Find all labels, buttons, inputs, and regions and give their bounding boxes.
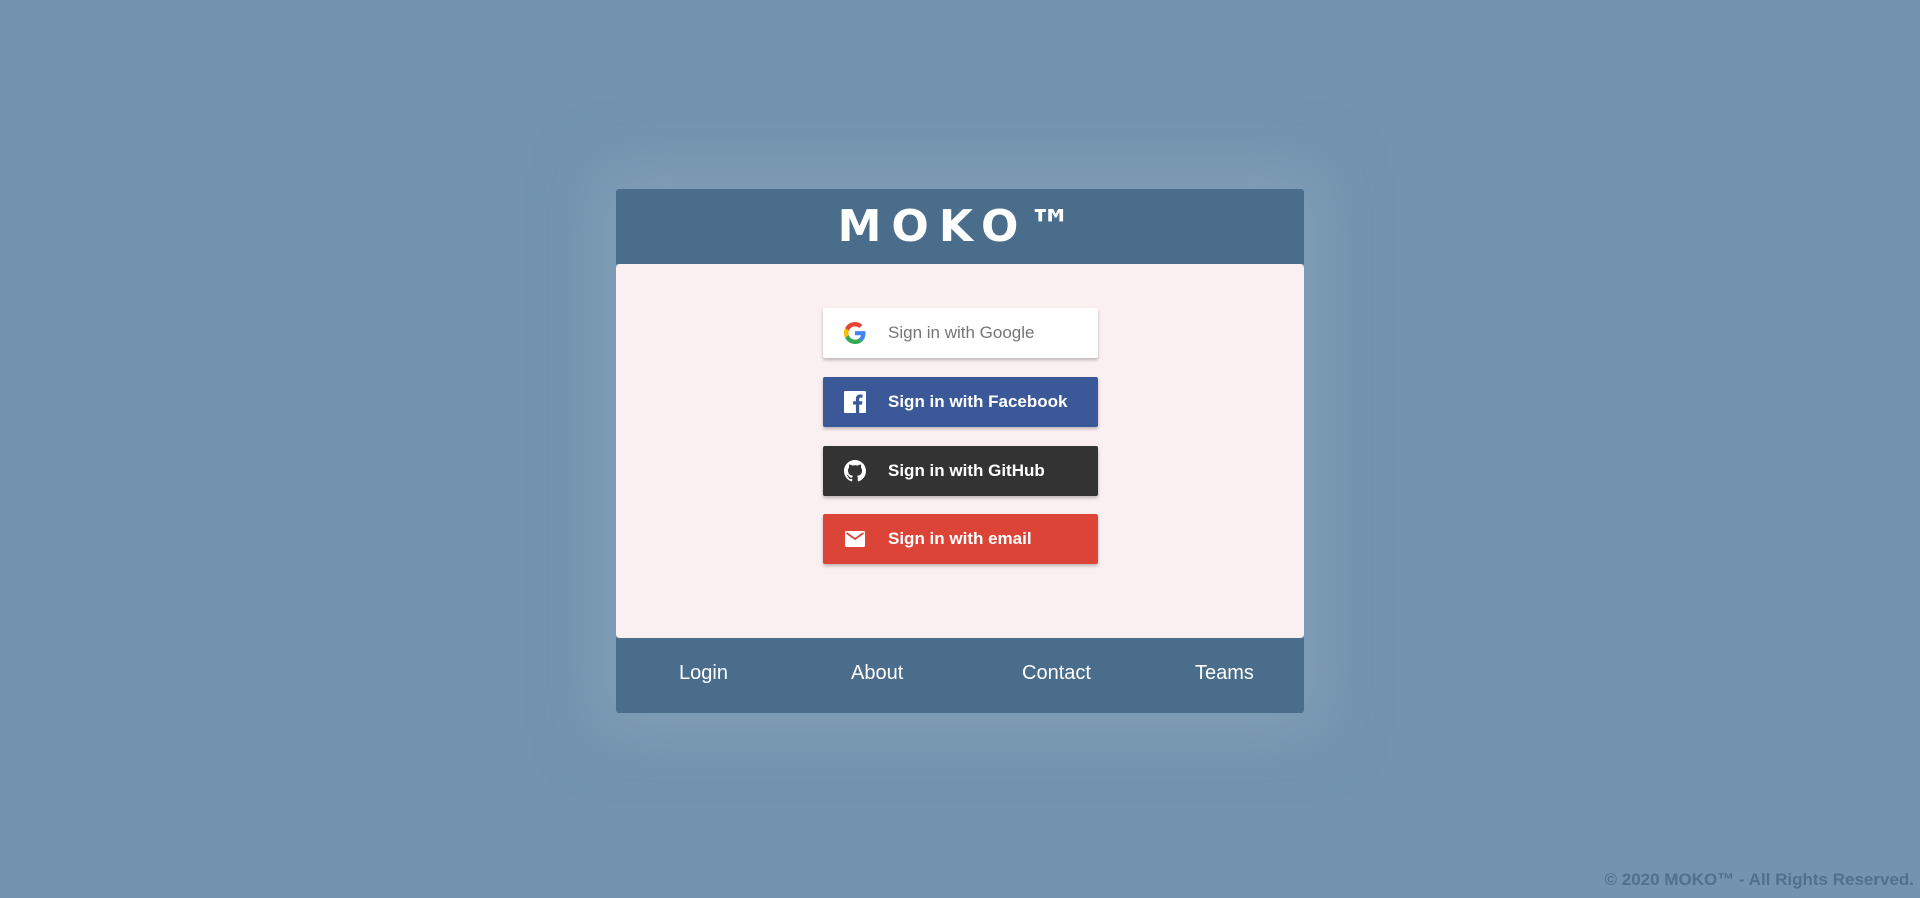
logo: MOKO™ — [837, 200, 1083, 252]
google-signin-button[interactable]: Sign in with Google — [823, 308, 1098, 358]
github-signin-label: Sign in with GitHub — [888, 461, 1045, 480]
github-signin-button[interactable]: Sign in with GitHub — [823, 446, 1098, 496]
copyright-notice: © 2020 MOKO™ - All Rights Reserved. — [1604, 870, 1914, 889]
card-header: MOKO™ — [616, 189, 1304, 264]
email-signin-button[interactable]: Sign in with email — [823, 514, 1098, 564]
google-icon — [843, 321, 867, 345]
google-signin-label: Sign in with Google — [888, 323, 1035, 342]
email-icon — [843, 527, 867, 551]
footer-nav: Login About Contact Teams — [616, 638, 1304, 713]
signin-panel: Sign in with Google Sign in with Faceboo… — [616, 264, 1304, 638]
nav-teams-link[interactable]: Teams — [1195, 662, 1254, 685]
facebook-signin-button[interactable]: Sign in with Facebook — [823, 377, 1098, 427]
github-icon — [843, 459, 867, 483]
nav-about-link[interactable]: About — [851, 662, 903, 685]
email-signin-label: Sign in with email — [888, 529, 1032, 548]
login-card: MOKO™ Sign in with Google Sign in with F… — [616, 189, 1304, 713]
nav-contact-link[interactable]: Contact — [1022, 662, 1091, 685]
facebook-signin-label: Sign in with Facebook — [888, 392, 1068, 411]
facebook-icon — [843, 390, 867, 414]
nav-login-link[interactable]: Login — [679, 662, 728, 685]
